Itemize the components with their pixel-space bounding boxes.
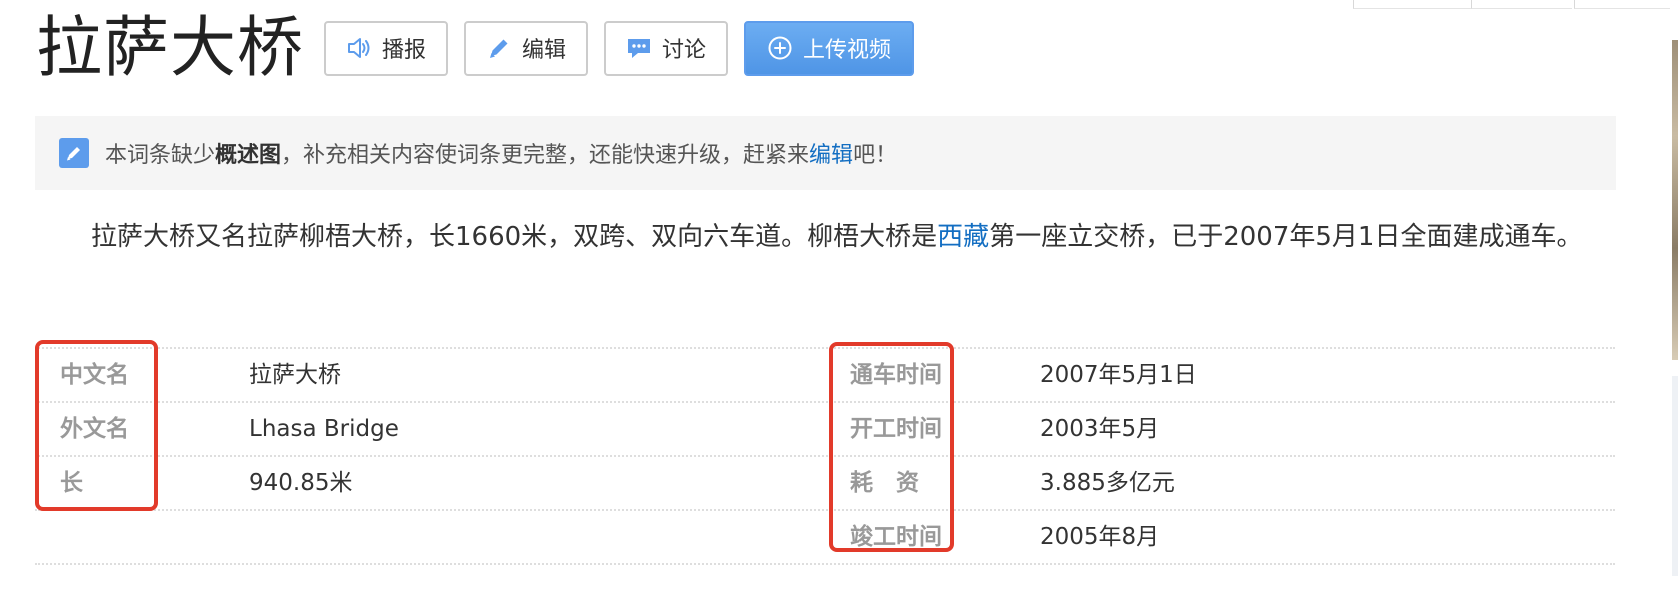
info-row: 长 940.85米 耗 资 3.885多亿元 xyxy=(35,455,1615,509)
page-title: 拉萨大桥 xyxy=(36,9,304,86)
broadcast-label: 播报 xyxy=(381,38,426,63)
top-nav-fragment[interactable] xyxy=(1574,0,1670,9)
info-name: 中文名 xyxy=(60,362,129,388)
info-name: 通车时间 xyxy=(850,362,942,388)
info-value: 拉萨大桥 xyxy=(249,362,341,388)
side-image-edge xyxy=(1672,40,1678,360)
info-row: 外文名 Lhasa Bridge 开工时间 2003年5月 xyxy=(35,401,1615,455)
notice-suffix: 吧！ xyxy=(853,143,898,168)
info-name: 竣工时间 xyxy=(850,524,942,550)
summary-paragraph: 拉萨大桥又名拉萨柳梧大桥，长1660米，双跨、双向六车道。柳梧大桥是西藏第一座立… xyxy=(35,212,1615,262)
basic-info-table: 中文名 拉萨大桥 通车时间 2007年5月1日 外文名 Lhasa Bridge… xyxy=(35,347,1615,565)
tibet-link[interactable]: 西藏 xyxy=(937,222,989,252)
summary-text: 拉萨大桥又名拉萨柳梧大桥，长1660米，双跨、双向六车道。柳梧大桥是 xyxy=(91,222,938,252)
summary-text: 第一座立交桥，已于2007年5月1日全面建成通车。 xyxy=(989,222,1583,252)
upload-video-button[interactable]: 上传视频 xyxy=(744,20,914,76)
speaker-icon xyxy=(346,35,372,61)
info-name: 长 xyxy=(60,470,83,496)
side-panel-edge xyxy=(1672,376,1678,576)
title-row: 拉萨大桥 播报 编辑 讨论 上传视频 xyxy=(36,6,930,90)
missing-image-notice: 本词条缺少概述图，补充相关内容使词条更完整，还能快速升级，赶紧来编辑吧！ xyxy=(35,116,1616,190)
notice-bold: 概述图 xyxy=(215,143,282,168)
info-name: 耗 资 xyxy=(850,470,919,496)
info-name: 外文名 xyxy=(60,416,129,442)
info-value: 2007年5月1日 xyxy=(1040,362,1197,388)
info-value: Lhasa Bridge xyxy=(249,416,399,442)
pencil-icon xyxy=(59,138,89,168)
notice-text: 本词条缺少概述图，补充相关内容使词条更完整，还能快速升级，赶紧来编辑吧！ xyxy=(105,137,897,169)
info-row: 竣工时间 2005年8月 xyxy=(35,509,1615,565)
discuss-label: 讨论 xyxy=(661,38,706,63)
info-value: 2005年8月 xyxy=(1040,524,1160,550)
page: 拉萨大桥 播报 编辑 讨论 上传视频 本词条缺少概述图，补充相关内容使词条更完整… xyxy=(0,0,1678,604)
chat-bubble-icon xyxy=(626,35,652,61)
top-nav-fragment[interactable] xyxy=(1471,0,1572,9)
broadcast-button[interactable]: 播报 xyxy=(324,20,448,76)
info-value: 3.885多亿元 xyxy=(1040,470,1175,496)
discuss-button[interactable]: 讨论 xyxy=(604,20,728,76)
info-row: 中文名 拉萨大桥 通车时间 2007年5月1日 xyxy=(35,347,1615,401)
info-value: 2003年5月 xyxy=(1040,416,1160,442)
info-name: 开工时间 xyxy=(850,416,942,442)
upload-video-label: 上传视频 xyxy=(802,38,891,63)
notice-middle: ，补充相关内容使词条更完整，还能快速升级，赶紧来 xyxy=(281,143,810,168)
edit-button[interactable]: 编辑 xyxy=(464,20,588,76)
notice-edit-link[interactable]: 编辑 xyxy=(809,143,853,168)
notice-prefix: 本词条缺少 xyxy=(105,143,216,168)
edit-label: 编辑 xyxy=(521,38,566,63)
pencil-icon xyxy=(486,35,512,61)
info-value: 940.85米 xyxy=(249,470,353,496)
plus-circle-icon xyxy=(767,35,793,61)
top-nav-fragment[interactable] xyxy=(1353,0,1471,9)
